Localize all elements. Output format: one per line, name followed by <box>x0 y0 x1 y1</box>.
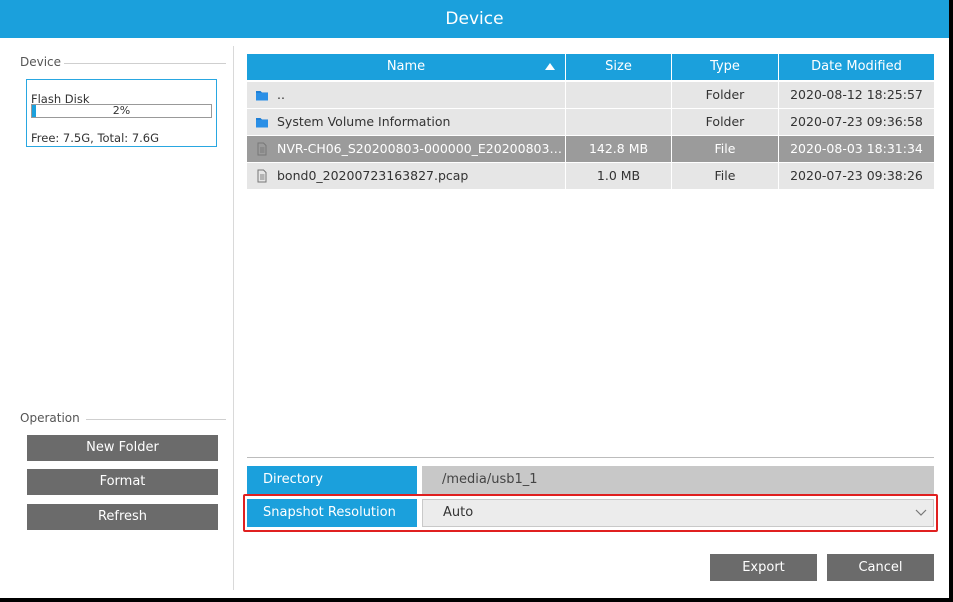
cell-date-modified: 2020-07-23 09:38:26 <box>790 168 923 183</box>
column-header-name[interactable]: Name <box>247 54 566 80</box>
panel-divider <box>233 46 234 590</box>
refresh-button[interactable]: Refresh <box>27 504 218 530</box>
directory-field: /media/usb1_1 <box>422 466 934 494</box>
cell-size: 142.8 MB <box>566 136 672 162</box>
cell-type: Folder <box>672 109 779 135</box>
cell-date-modified: 2020-08-03 18:31:34 <box>790 141 923 156</box>
cell-type: Folder <box>672 82 779 108</box>
column-header-size[interactable]: Size <box>566 54 672 80</box>
directory-label: Directory <box>247 466 417 494</box>
cell-size <box>566 109 672 135</box>
table-row[interactable]: .. Folder 2020-08-12 18:25:57 <box>247 82 934 108</box>
table-row[interactable]: NVR-CH06_S20200803-000000_E20200803-00..… <box>247 136 934 162</box>
cell-size: 1.0 MB <box>566 163 672 189</box>
export-button[interactable]: Export <box>710 554 817 581</box>
chevron-down-icon <box>915 509 927 516</box>
file-icon <box>255 169 269 183</box>
column-header-date-modified[interactable]: Date Modified <box>779 54 934 80</box>
flash-disk-card[interactable]: Flash Disk 2% Free: 7.5G, Total: 7.6G <box>26 79 217 147</box>
snapshot-resolution-value: Auto <box>443 505 474 520</box>
cell-date-modified: 2020-07-23 09:36:58 <box>790 114 923 129</box>
table-row[interactable]: bond0_20200723163827.pcap 1.0 MB File 2020-… <box>247 163 934 189</box>
form-divider <box>247 457 934 458</box>
cancel-button[interactable]: Cancel <box>827 554 934 581</box>
disk-usage-bar: 2% <box>31 104 212 118</box>
cell-type: File <box>672 163 779 189</box>
new-folder-button[interactable]: New Folder <box>27 435 218 461</box>
snapshot-resolution-label: Snapshot Resolution <box>247 499 417 527</box>
column-header-type[interactable]: Type <box>672 54 779 80</box>
device-dialog: Device Device Flash Disk 2% Free: 7.5G, … <box>0 0 949 598</box>
table-row[interactable]: System Volume Information Folder 2020-07-2… <box>247 109 934 135</box>
sort-ascending-icon <box>545 63 555 70</box>
dialog-title: Device <box>0 0 949 38</box>
file-icon <box>255 142 269 156</box>
device-section-label: Device <box>20 55 65 69</box>
folder-icon <box>255 115 269 129</box>
cell-name: .. <box>247 82 566 108</box>
device-section-divider <box>60 63 226 64</box>
cell-name: NVR-CH06_S20200803-000000_E20200803-00..… <box>247 136 566 162</box>
cell-type: File <box>672 136 779 162</box>
cell-name: bond0_20200723163827.pcap <box>247 163 566 189</box>
cell-date-modified: 2020-08-12 18:25:57 <box>790 87 923 102</box>
column-header-name-label: Name <box>386 59 426 74</box>
disk-capacity: Free: 7.5G, Total: 7.6G <box>31 131 160 145</box>
operation-section-label: Operation <box>20 411 83 425</box>
folder-icon <box>255 88 269 102</box>
cell-name: System Volume Information <box>247 109 566 135</box>
cell-size <box>566 82 672 108</box>
table-header: Name Size Type Date Modified <box>247 54 934 80</box>
format-button[interactable]: Format <box>27 469 218 495</box>
disk-usage-percent: 2% <box>112 104 131 117</box>
snapshot-resolution-select[interactable]: Auto <box>422 499 934 527</box>
operation-section-divider <box>86 419 226 420</box>
